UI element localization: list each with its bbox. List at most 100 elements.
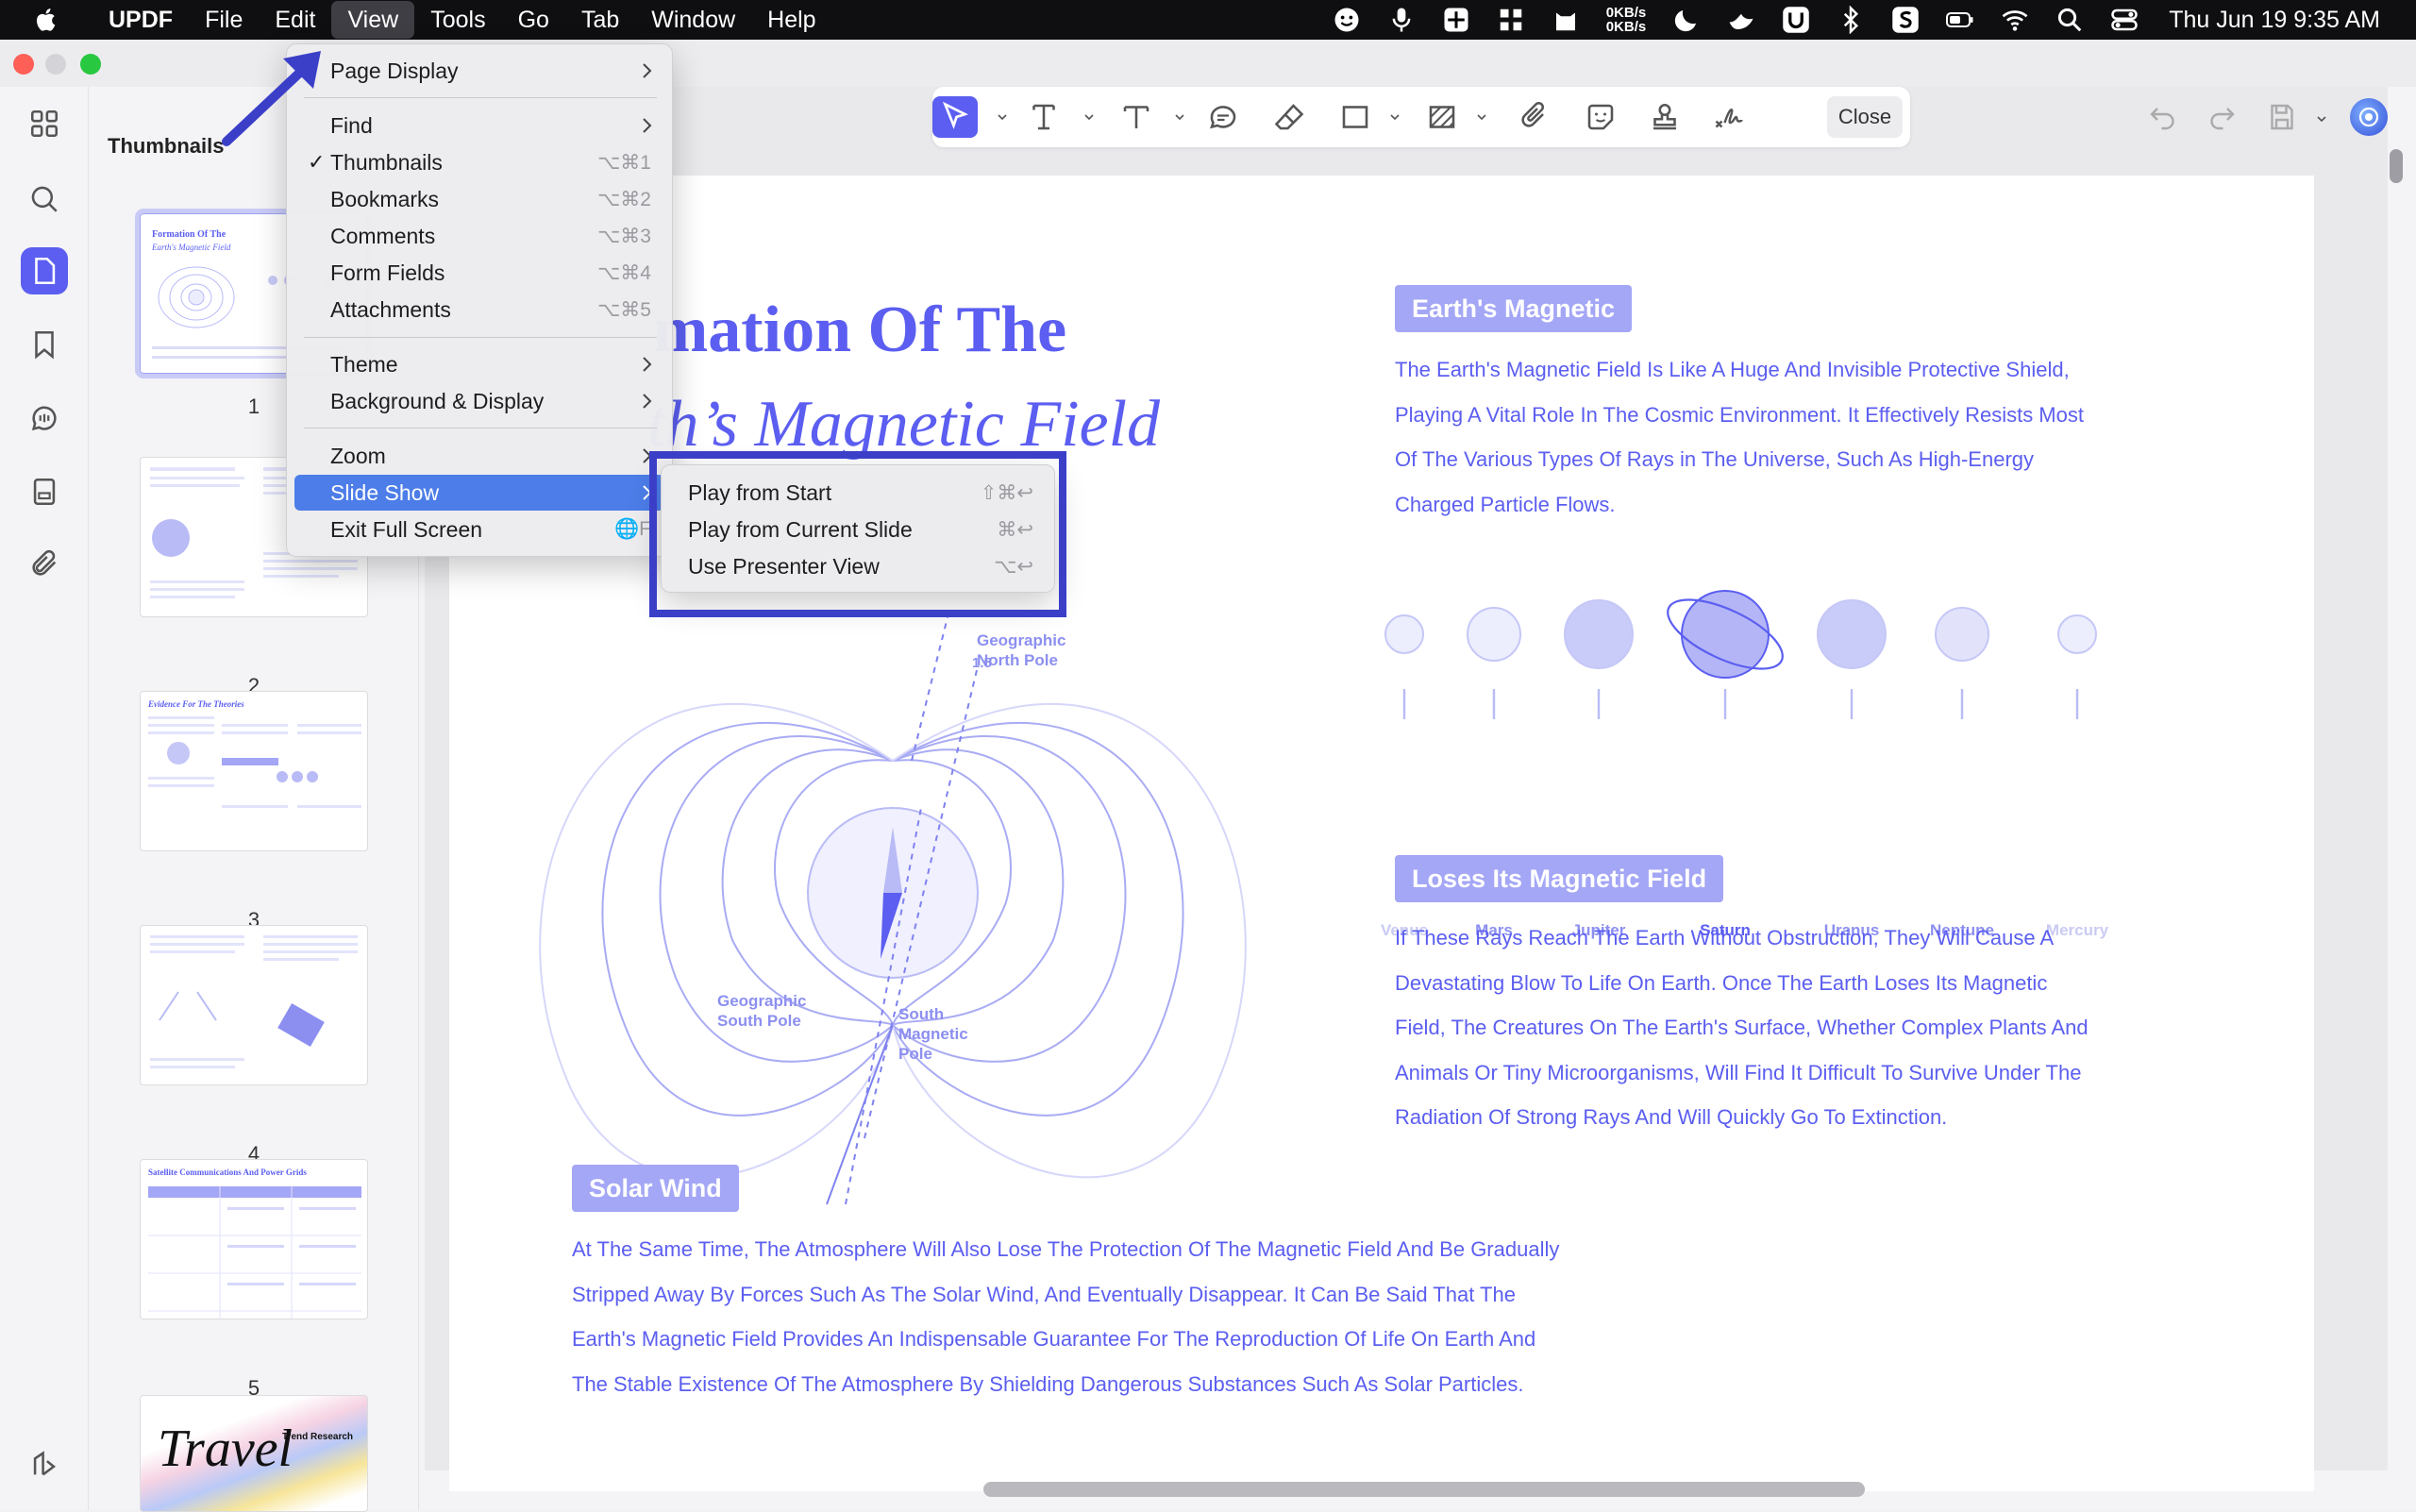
rail-thumbnails-button[interactable]: [21, 247, 68, 294]
menu-tab[interactable]: Tab: [565, 0, 635, 40]
close-window-button[interactable]: [13, 54, 34, 75]
signature-tool-button[interactable]: [1706, 96, 1752, 138]
rail-attachments-button[interactable]: [21, 540, 68, 587]
menu-item-theme[interactable]: Theme: [294, 346, 664, 382]
menu-item-page-display[interactable]: Page Display: [294, 53, 664, 89]
hatch-tool-button[interactable]: [1419, 96, 1465, 138]
menu-item-form-fields[interactable]: Form Fields ⌥⌘4: [294, 255, 664, 291]
hatch-pattern-icon: [1429, 106, 1455, 128]
menu-item-bookmarks[interactable]: Bookmarks ⌥⌘2: [294, 181, 664, 217]
wifi-icon[interactable]: [2001, 6, 2029, 34]
menu-item-zoom[interactable]: Zoom: [294, 438, 664, 474]
menu-help[interactable]: Help: [751, 0, 831, 40]
rail-bottom-button[interactable]: [21, 1440, 68, 1487]
annotation-highlight-box: [649, 451, 1066, 617]
thumb-text: Trend Research: [282, 1432, 354, 1442]
menu-item-background-display[interactable]: Background & Display: [294, 383, 664, 419]
zoom-window-button[interactable]: [80, 54, 101, 75]
thumbnail-page-5[interactable]: Satellite Communications And Power Grids: [140, 1159, 368, 1319]
grid-icon: [30, 109, 59, 138]
select-tool-button[interactable]: [932, 96, 978, 138]
menu-view[interactable]: View: [331, 1, 415, 39]
chevron-down-icon[interactable]: [1389, 111, 1401, 123]
paperclip-icon: [32, 549, 57, 576]
menu-file[interactable]: File: [189, 0, 259, 40]
stamp-tool-button[interactable]: [1642, 96, 1687, 138]
thumb-page-content: [148, 716, 361, 808]
chevron-down-icon[interactable]: [997, 111, 1008, 123]
minimize-window-button[interactable]: [45, 54, 66, 75]
chevron-down-icon[interactable]: [1476, 111, 1487, 123]
thumbnails-title: Thumbnails: [108, 134, 225, 158]
close-annotation-button[interactable]: Close: [1827, 96, 1903, 138]
redo-icon[interactable]: [2205, 100, 2239, 134]
menu-item-comments[interactable]: Comments ⌥⌘3: [294, 218, 664, 254]
speech-bubble-icon: [1210, 106, 1236, 129]
menu-go[interactable]: Go: [502, 0, 565, 40]
rail-forms-button[interactable]: [21, 468, 68, 515]
rail-comments-button[interactable]: [21, 395, 68, 442]
text-box-tool-button[interactable]: [1021, 96, 1066, 138]
chevron-down-icon[interactable]: [2316, 113, 2327, 125]
battery-icon[interactable]: [1946, 6, 1974, 34]
section-paragraph: The Earth's Magnetic Field Is Like A Hug…: [1395, 358, 2084, 516]
microphone-icon[interactable]: [1387, 6, 1416, 34]
thumb-diagram-icon: [158, 266, 235, 328]
section-heading: Solar Wind: [572, 1165, 739, 1212]
menu-edit[interactable]: Edit: [259, 0, 331, 40]
rail-bookmarks-button[interactable]: [21, 321, 68, 368]
menu-clock[interactable]: Thu Jun 19 9:35 AM: [2169, 7, 2380, 34]
diagram-label-geo-south: Geographic South Pole: [717, 992, 807, 1030]
thumbnail-page-6[interactable]: Travel Trend Research: [140, 1395, 368, 1512]
shape-tool-button[interactable]: [1333, 96, 1378, 138]
cat-icon[interactable]: [1552, 6, 1580, 34]
menu-tools[interactable]: Tools: [414, 0, 501, 40]
chevron-down-icon[interactable]: [1174, 111, 1185, 123]
thumbnail-page-3[interactable]: Evidence For The Theories: [140, 691, 368, 851]
butterfly-icon[interactable]: [1497, 6, 1525, 34]
text-cursor-icon: [1032, 104, 1055, 130]
menu-app-name[interactable]: UPDF: [92, 0, 189, 40]
bluetooth-icon[interactable]: [1837, 6, 1865, 34]
annotation-toolbar: Close: [932, 87, 1910, 147]
thumb-page-content: [148, 1186, 361, 1319]
ai-assistant-button[interactable]: [2350, 98, 2388, 136]
moon-icon[interactable]: [1672, 6, 1701, 34]
vertical-scrollbar[interactable]: [2390, 149, 2403, 183]
menu-item-find[interactable]: Find: [294, 108, 664, 143]
horizontal-scrollbar[interactable]: [983, 1482, 1865, 1497]
updf-tray-icon[interactable]: [1782, 6, 1810, 34]
face-icon[interactable]: [1333, 6, 1361, 34]
scrivener-icon[interactable]: [1891, 6, 1920, 34]
text-tool-button[interactable]: [1114, 96, 1159, 138]
rail-grid-button[interactable]: [21, 100, 68, 147]
section-paragraph: If These Rays Reach The Earth Without Ob…: [1395, 926, 2089, 1129]
thumb-text: Satellite Communications And Power Grids: [148, 1168, 307, 1177]
attach-tool-button[interactable]: [1512, 96, 1557, 138]
eraser-tool-button[interactable]: [1267, 96, 1312, 138]
menu-item-exit-full-screen[interactable]: Exit Full Screen 🌐F: [294, 512, 664, 547]
layers-icon: [33, 1451, 56, 1476]
thumbnail-page-4[interactable]: [140, 925, 368, 1085]
menu-item-thumbnails[interactable]: ✓ Thumbnails ⌥⌘1: [294, 144, 664, 180]
menu-separator: [304, 97, 657, 98]
chevron-right-icon: [643, 357, 652, 372]
menu-item-attachments[interactable]: Attachments ⌥⌘5: [294, 292, 664, 328]
signature-icon: [1715, 109, 1743, 128]
chevron-down-icon[interactable]: [1083, 111, 1095, 123]
control-center-icon[interactable]: [2110, 6, 2139, 34]
menu-item-slide-show[interactable]: Slide Show: [294, 475, 664, 511]
annotation-arrow-icon: [222, 51, 321, 146]
paperclip-icon: [1521, 102, 1544, 127]
spotlight-search-icon[interactable]: [2055, 6, 2084, 34]
sticker-tool-button[interactable]: [1578, 96, 1623, 138]
menu-window[interactable]: Window: [635, 0, 751, 40]
bird-icon[interactable]: [1727, 6, 1755, 34]
rail-search-button[interactable]: [21, 176, 68, 223]
grid-app-icon[interactable]: [1442, 6, 1470, 34]
thumb-text: Formation Of The: [152, 229, 226, 240]
apple-icon[interactable]: [34, 7, 60, 33]
undo-icon[interactable]: [2146, 100, 2180, 134]
save-icon[interactable]: [2265, 100, 2299, 134]
comment-tool-button[interactable]: [1200, 96, 1246, 138]
